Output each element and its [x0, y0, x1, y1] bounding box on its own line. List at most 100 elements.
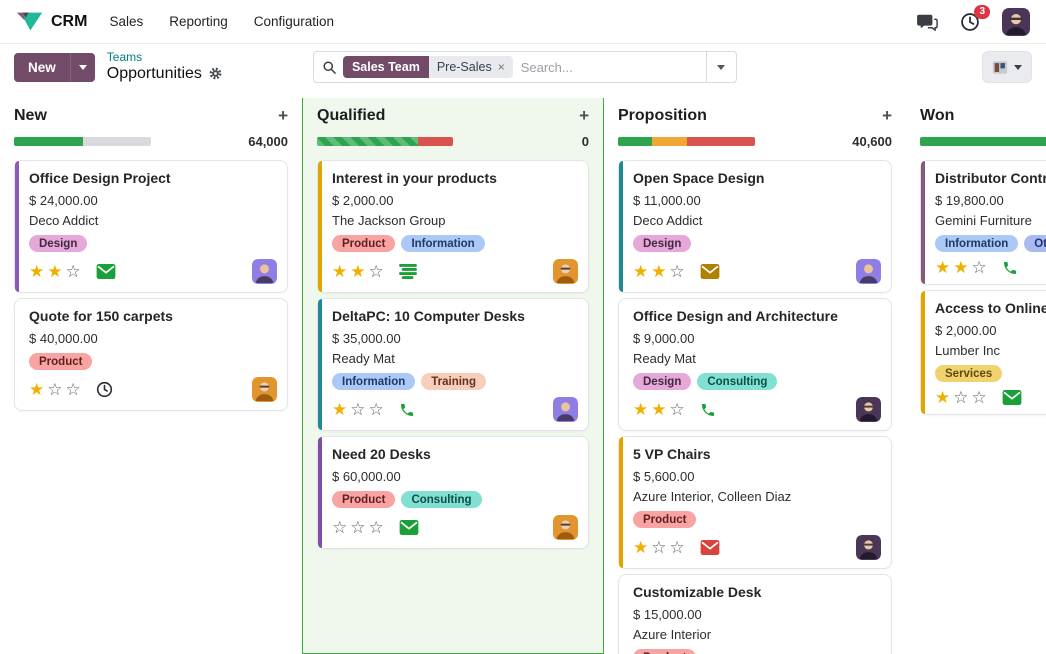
- priority-stars[interactable]: ★☆☆: [935, 389, 990, 406]
- star-empty-icon[interactable]: ☆: [350, 400, 368, 419]
- star-filled-icon[interactable]: ★: [332, 400, 350, 419]
- app-brand[interactable]: CRM: [16, 10, 87, 33]
- star-empty-icon[interactable]: ☆: [953, 388, 971, 407]
- envelope-icon[interactable]: [96, 264, 116, 279]
- star-empty-icon[interactable]: ☆: [47, 380, 65, 399]
- star-filled-icon[interactable]: ★: [29, 380, 47, 399]
- phone-icon[interactable]: [399, 402, 415, 418]
- star-filled-icon[interactable]: ★: [350, 262, 368, 281]
- kanban-card[interactable]: Customizable Desk $ 15,000.00 Azure Inte…: [618, 574, 892, 654]
- star-empty-icon[interactable]: ☆: [332, 518, 350, 537]
- star-filled-icon[interactable]: ★: [651, 262, 669, 281]
- progress-segment[interactable]: [618, 137, 652, 146]
- star-filled-icon[interactable]: ★: [935, 258, 953, 277]
- star-empty-icon[interactable]: ☆: [670, 262, 688, 281]
- star-filled-icon[interactable]: ★: [953, 258, 971, 277]
- search-options-toggle[interactable]: [706, 52, 736, 82]
- star-filled-icon[interactable]: ★: [29, 262, 47, 281]
- star-empty-icon[interactable]: ☆: [670, 400, 688, 419]
- salesperson-avatar[interactable]: [252, 259, 277, 284]
- salesperson-avatar[interactable]: [553, 259, 578, 284]
- kanban-card[interactable]: Office Design Project $ 24,000.00 Deco A…: [14, 160, 288, 293]
- salesperson-avatar[interactable]: [856, 535, 881, 560]
- phone-icon[interactable]: [700, 402, 716, 418]
- salesperson-avatar[interactable]: [553, 397, 578, 422]
- salesperson-avatar[interactable]: [856, 259, 881, 284]
- priority-stars[interactable]: ★★☆: [29, 263, 84, 280]
- star-empty-icon[interactable]: ☆: [972, 258, 990, 277]
- progress-segment[interactable]: [14, 137, 83, 146]
- star-empty-icon[interactable]: ☆: [66, 262, 84, 281]
- priority-stars[interactable]: ★☆☆: [633, 539, 688, 556]
- kanban-card[interactable]: DeltaPC: 10 Computer Desks $ 35,000.00 R…: [317, 298, 589, 431]
- kanban-card[interactable]: 5 VP Chairs $ 5,600.00 Azure Interior, C…: [618, 436, 892, 569]
- add-record-icon[interactable]: +: [579, 106, 589, 126]
- clock-icon[interactable]: [96, 381, 113, 398]
- salesperson-avatar[interactable]: [252, 377, 277, 402]
- envelope-icon[interactable]: [700, 264, 720, 279]
- star-empty-icon[interactable]: ☆: [66, 380, 84, 399]
- card-tags: ProductConsulting: [332, 491, 578, 508]
- facet-remove-icon[interactable]: ×: [498, 60, 505, 74]
- star-empty-icon[interactable]: ☆: [369, 400, 387, 419]
- progress-segment[interactable]: [687, 137, 756, 146]
- salesperson-avatar[interactable]: [553, 515, 578, 540]
- kanban-card[interactable]: Quote for 150 carpets $ 40,000.00 Produc…: [14, 298, 288, 411]
- envelope-icon[interactable]: [700, 540, 720, 555]
- app-name[interactable]: CRM: [51, 13, 87, 31]
- page-title: Opportunities: [107, 65, 202, 83]
- priority-stars[interactable]: ★☆☆: [332, 401, 387, 418]
- star-empty-icon[interactable]: ☆: [350, 518, 368, 537]
- star-filled-icon[interactable]: ★: [935, 388, 953, 407]
- envelope-icon[interactable]: [399, 520, 419, 535]
- star-empty-icon[interactable]: ☆: [369, 262, 387, 281]
- new-dropdown-toggle[interactable]: [70, 53, 95, 82]
- search-input[interactable]: [519, 59, 698, 76]
- add-record-icon[interactable]: +: [882, 106, 892, 126]
- kanban-card[interactable]: Access to Online Catalog $ 2,000.00 Lumb…: [920, 290, 1046, 415]
- messages-icon[interactable]: [916, 13, 938, 31]
- menu-configuration[interactable]: Configuration: [254, 14, 334, 29]
- priority-stars[interactable]: ★★☆: [633, 263, 688, 280]
- star-filled-icon[interactable]: ★: [332, 262, 350, 281]
- list-icon[interactable]: [399, 264, 417, 279]
- priority-stars[interactable]: ★☆☆: [29, 381, 84, 398]
- progress-segment[interactable]: [920, 137, 1046, 146]
- card-partner: Azure Interior: [633, 627, 881, 642]
- envelope-icon[interactable]: [1002, 390, 1022, 405]
- add-record-icon[interactable]: +: [278, 106, 288, 126]
- progress-segment[interactable]: [317, 137, 418, 146]
- star-filled-icon[interactable]: ★: [633, 262, 651, 281]
- star-empty-icon[interactable]: ☆: [651, 538, 669, 557]
- kanban-card[interactable]: Interest in your products $ 2,000.00 The…: [317, 160, 589, 293]
- kanban-card[interactable]: Need 20 Desks $ 60,000.00 ProductConsult…: [317, 436, 589, 549]
- phone-icon[interactable]: [1002, 260, 1018, 276]
- kanban-card[interactable]: Office Design and Architecture $ 9,000.0…: [618, 298, 892, 431]
- kanban-card[interactable]: Distributor Contract $ 19,800.00 Gemini …: [920, 160, 1046, 285]
- priority-stars[interactable]: ☆☆☆: [332, 519, 387, 536]
- progress-segment[interactable]: [652, 137, 686, 146]
- star-filled-icon[interactable]: ★: [47, 262, 65, 281]
- search-facet[interactable]: Sales Team Pre-Sales ×: [343, 56, 513, 78]
- star-filled-icon[interactable]: ★: [633, 538, 651, 557]
- star-empty-icon[interactable]: ☆: [369, 518, 387, 537]
- menu-reporting[interactable]: Reporting: [169, 14, 228, 29]
- view-switcher-button[interactable]: [982, 51, 1032, 83]
- priority-stars[interactable]: ★★☆: [633, 401, 688, 418]
- new-button[interactable]: New: [14, 53, 70, 82]
- breadcrumb-teams-link[interactable]: Teams: [107, 51, 223, 65]
- progress-segment[interactable]: [418, 137, 453, 146]
- star-filled-icon[interactable]: ★: [633, 400, 651, 419]
- control-panel: New Teams Opportunities: [0, 44, 1046, 90]
- gear-icon[interactable]: [208, 66, 223, 81]
- user-avatar[interactable]: [1002, 8, 1030, 36]
- priority-stars[interactable]: ★★☆: [332, 263, 387, 280]
- star-empty-icon[interactable]: ☆: [670, 538, 688, 557]
- star-empty-icon[interactable]: ☆: [972, 388, 990, 407]
- activities-clock-icon[interactable]: 3: [960, 12, 980, 32]
- star-filled-icon[interactable]: ★: [651, 400, 669, 419]
- menu-sales[interactable]: Sales: [109, 14, 143, 29]
- kanban-card[interactable]: Open Space Design $ 11,000.00 Deco Addic…: [618, 160, 892, 293]
- priority-stars[interactable]: ★★☆: [935, 259, 990, 276]
- salesperson-avatar[interactable]: [856, 397, 881, 422]
